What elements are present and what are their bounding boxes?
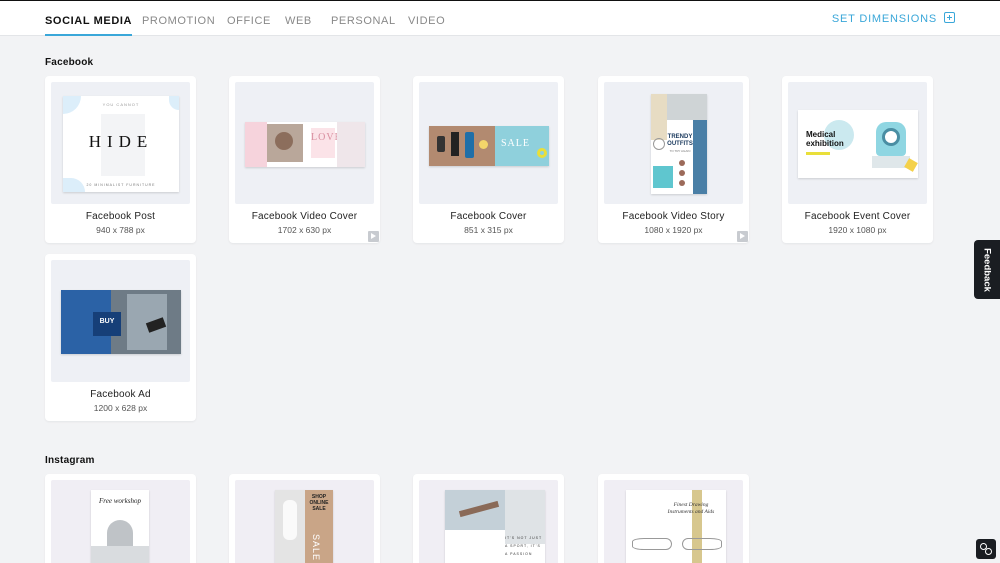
template-card-facebook-video-story[interactable]: TRENDY OUTFITS TO TRY AGAIN Facebook Vid… (598, 76, 749, 243)
tab-promotion[interactable]: PROMOTION (142, 15, 215, 27)
tab-personal[interactable]: PERSONAL (331, 15, 396, 27)
template-card-facebook-event-cover[interactable]: Medical exhibition Facebook Event Cover … (782, 76, 933, 243)
thumb-title: SHOP ONLINE SALE (309, 494, 329, 512)
template-card-instagram-2[interactable]: SHOP ONLINE SALE SALE (229, 474, 380, 563)
template-name: Facebook Video Story (622, 211, 725, 222)
thumb-bottom-text: 20 MINIMALIST FURNITURE (86, 183, 156, 187)
template-thumbnail: SALE (419, 82, 558, 204)
template-thumbnail: TRENDY OUTFITS TO TRY AGAIN (604, 82, 743, 204)
thumb-subtitle: SALE (311, 534, 321, 562)
thumb-subtitle: TO TRY AGAIN (669, 149, 691, 153)
thumb-title: TRENDY OUTFITS (667, 134, 693, 147)
tab-office[interactable]: OFFICE (227, 15, 271, 27)
tab-web[interactable]: WEB (285, 15, 312, 27)
thumb-title: BUY (99, 318, 115, 325)
thumb-title: Finest Drawing Instruments and Aids (667, 502, 715, 515)
template-dimensions: 1080 x 1920 px (644, 225, 703, 235)
template-thumbnail: Finest Drawing Instruments and Aids (604, 480, 743, 563)
template-name: Facebook Post (85, 211, 156, 222)
template-name: Facebook Video Cover (251, 211, 358, 222)
template-thumbnail: Free workshop (51, 480, 190, 563)
thumb-title: Free workshop (99, 497, 141, 505)
tab-social-media[interactable]: SOCIAL MEDIA (45, 15, 133, 36)
template-thumbnail: Medical exhibition (788, 82, 927, 204)
link-icon-part (985, 548, 992, 555)
template-thumbnail: LOVE (235, 82, 374, 204)
thumb-title: HIDE (88, 132, 154, 151)
template-card-facebook-cover[interactable]: SALE Facebook Cover 851 x 315 px (413, 76, 564, 243)
template-name: Facebook Event Cover (804, 211, 911, 222)
template-card-instagram-4[interactable]: Finest Drawing Instruments and Aids (598, 474, 749, 563)
section-title-facebook: Facebook (45, 57, 94, 68)
plus-square-icon[interactable] (944, 12, 955, 23)
section-title-instagram: Instagram (45, 455, 95, 466)
template-dimensions: 940 x 788 px (96, 225, 145, 235)
thumb-title: IT'S NOT JUST A SPORT, IT'S A PASSION (505, 536, 543, 556)
template-thumbnail: YOU CANNOT HIDE 20 MINIMALIST FURNITURE (51, 82, 190, 204)
template-name: Facebook Cover (450, 211, 527, 222)
template-card-facebook-post[interactable]: YOU CANNOT HIDE 20 MINIMALIST FURNITURE … (45, 76, 196, 243)
template-dimensions: 851 x 315 px (464, 225, 513, 235)
template-thumbnail: IT'S NOT JUST A SPORT, IT'S A PASSION (419, 480, 558, 563)
thumb-title: LOVE (311, 132, 342, 143)
thumb-title: SALE (501, 138, 530, 149)
thumb-title: Medical exhibition (806, 130, 844, 148)
feedback-tab[interactable]: Feedback (974, 240, 1000, 299)
support-widget-button[interactable] (976, 539, 996, 559)
set-dimensions-button[interactable]: SET DIMENSIONS (832, 13, 937, 25)
thumb-top-text: YOU CANNOT (102, 102, 140, 107)
tab-video[interactable]: VIDEO (408, 15, 445, 27)
template-card-instagram-3[interactable]: IT'S NOT JUST A SPORT, IT'S A PASSION (413, 474, 564, 563)
video-play-icon (368, 231, 379, 242)
feedback-label: Feedback (981, 247, 993, 292)
template-card-facebook-video-cover[interactable]: LOVE Facebook Video Cover 1702 x 630 px (229, 76, 380, 243)
template-thumbnail: SHOP ONLINE SALE SALE (235, 480, 374, 563)
template-name: Facebook Ad (90, 389, 151, 400)
template-dimensions: 1200 x 628 px (93, 403, 148, 413)
template-dimensions: 1702 x 630 px (277, 225, 332, 235)
top-nav: SOCIAL MEDIA PROMOTION OFFICE WEB PERSON… (0, 0, 1000, 36)
template-card-facebook-ad[interactable]: BUY Facebook Ad 1200 x 628 px (45, 254, 196, 421)
template-thumbnail: BUY (51, 260, 190, 382)
video-play-icon (737, 231, 748, 242)
template-card-instagram-1[interactable]: Free workshop (45, 474, 196, 563)
template-dimensions: 1920 x 1080 px (828, 225, 887, 235)
